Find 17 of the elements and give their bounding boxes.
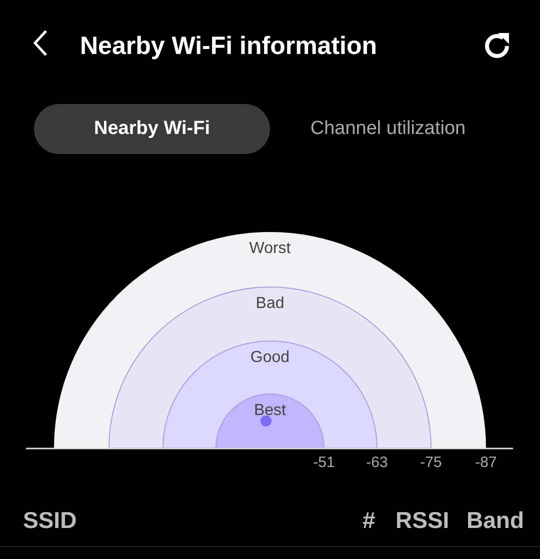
- page-title: Nearby Wi-Fi information: [80, 32, 378, 60]
- tick-label: -51: [313, 454, 335, 471]
- tab[interactable]: Channel utilization: [270, 104, 506, 154]
- column-header: #: [362, 506, 376, 534]
- network-dot: [260, 416, 272, 426]
- tab[interactable]: Nearby Wi-Fi: [34, 104, 270, 154]
- column-header: SSID: [23, 506, 78, 534]
- tick-label: -63: [366, 454, 388, 471]
- column-header: RSSI: [396, 506, 450, 534]
- tick-label: -87: [475, 454, 497, 471]
- zone-label: Bad: [256, 295, 284, 312]
- back-icon[interactable]: [32, 28, 48, 56]
- column-header: Band: [466, 506, 524, 534]
- zone-label: Worst: [249, 240, 291, 257]
- tick-label: -75: [420, 454, 442, 471]
- zone-label: Best: [254, 402, 286, 419]
- zone-label: Good: [250, 349, 290, 366]
